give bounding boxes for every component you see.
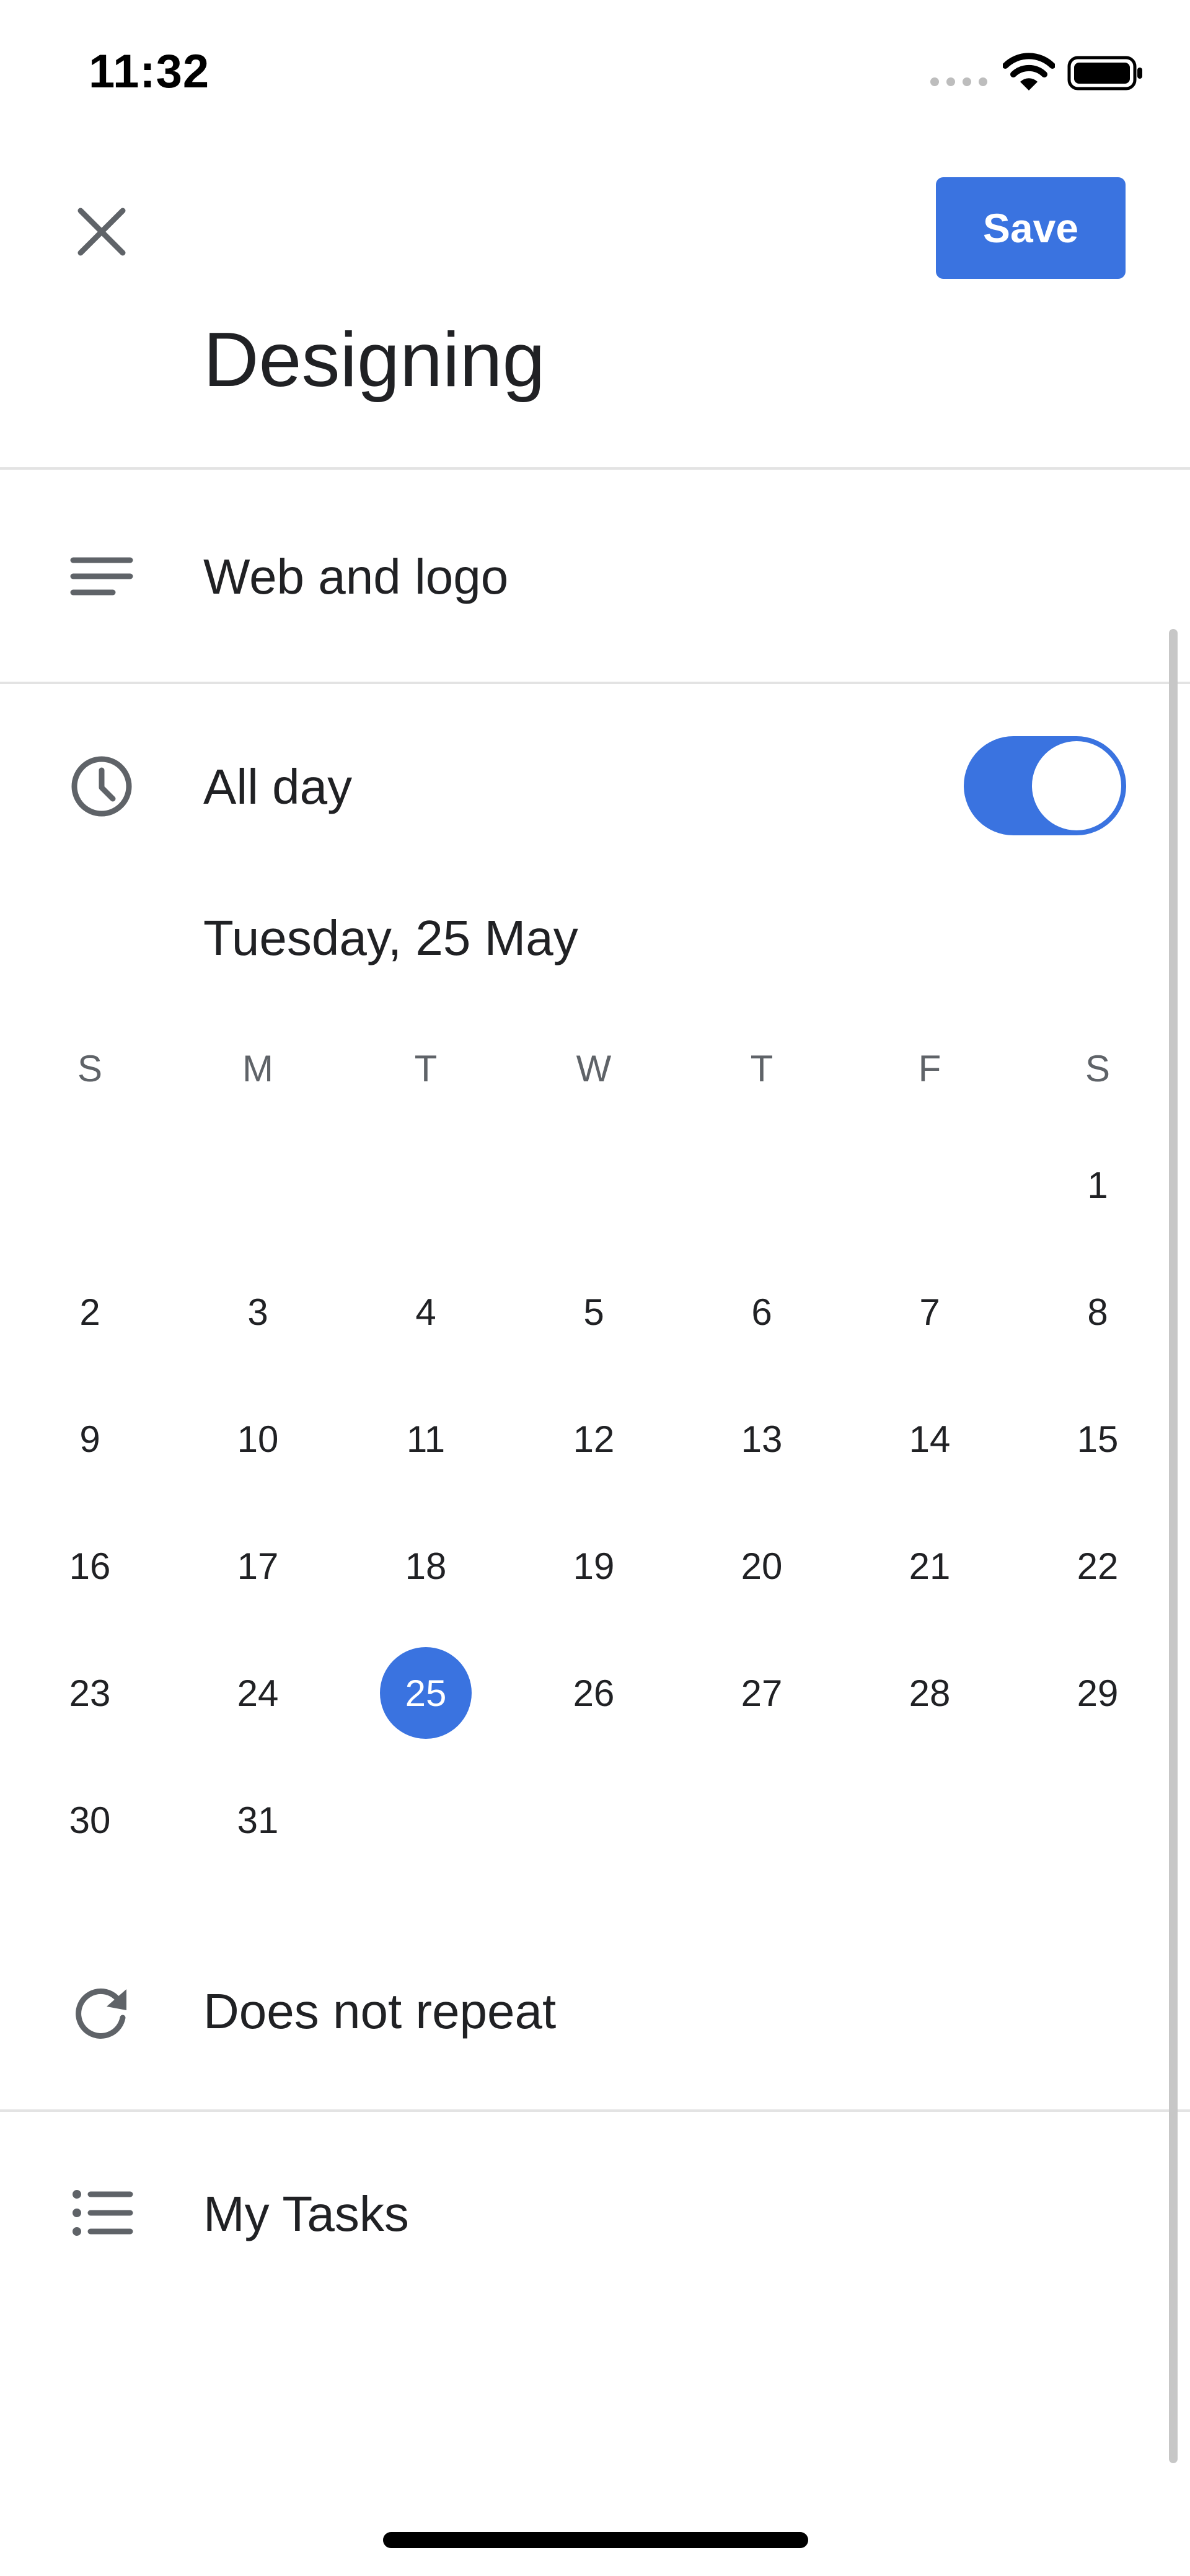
calendar-day[interactable]: 22 <box>1052 1520 1144 1612</box>
toggle-knob <box>1032 741 1121 830</box>
weekday-label: T <box>750 1048 774 1089</box>
calendar-day[interactable]: 15 <box>1052 1393 1144 1485</box>
calendar-day[interactable]: 3 <box>212 1266 304 1358</box>
all-day-toggle[interactable] <box>964 736 1126 835</box>
battery-icon <box>1067 56 1142 90</box>
calendar-day[interactable]: 12 <box>548 1393 640 1485</box>
calendar-day[interactable]: 28 <box>884 1647 976 1739</box>
calendar-day[interactable]: 23 <box>44 1647 136 1739</box>
status-time: 11:32 <box>89 45 210 98</box>
weekday-label: S <box>77 1048 103 1089</box>
calendar-day[interactable]: 29 <box>1052 1647 1144 1739</box>
weekday-label: M <box>242 1048 273 1089</box>
calendar-day[interactable]: 19 <box>548 1520 640 1612</box>
notes-icon <box>67 542 136 611</box>
calendar-day[interactable]: 20 <box>716 1520 808 1612</box>
calendar-day[interactable]: 2 <box>44 1266 136 1358</box>
weekday-label: F <box>918 1048 941 1089</box>
weekday-label: W <box>576 1048 612 1089</box>
task-editor-screen: 11:32 Save Designing Web and logo All da… <box>0 0 1190 2576</box>
weekday-label: S <box>1085 1048 1111 1089</box>
wifi-icon <box>1003 53 1055 90</box>
task-title[interactable]: Designing <box>203 316 545 404</box>
calendar-day[interactable]: 5 <box>548 1266 640 1358</box>
repeat-option[interactable]: Does not repeat <box>203 1983 556 2040</box>
save-button[interactable]: Save <box>936 177 1126 279</box>
divider <box>0 467 1190 470</box>
calendar-day[interactable]: 24 <box>212 1647 304 1739</box>
calendar-day[interactable]: 11 <box>380 1393 472 1485</box>
calendar-day[interactable]: 17 <box>212 1520 304 1612</box>
signal-dots-icon <box>930 77 987 86</box>
list-icon <box>67 2178 136 2248</box>
calendar-day[interactable]: 21 <box>884 1520 976 1612</box>
calendar-day[interactable]: 10 <box>212 1393 304 1485</box>
calendar-day[interactable]: 6 <box>716 1266 808 1358</box>
calendar-day[interactable]: 7 <box>884 1266 976 1358</box>
calendar-day-selected[interactable]: 25 <box>380 1647 472 1739</box>
calendar-day[interactable]: 16 <box>44 1520 136 1612</box>
close-icon <box>77 208 126 256</box>
clock-icon <box>67 752 136 821</box>
calendar-day[interactable]: 27 <box>716 1647 808 1739</box>
scrollbar[interactable] <box>1169 629 1178 2463</box>
calendar-day[interactable]: 13 <box>716 1393 808 1485</box>
all-day-label: All day <box>203 759 353 814</box>
weekday-label: T <box>414 1048 438 1089</box>
divider <box>0 682 1190 684</box>
calendar-day[interactable]: 26 <box>548 1647 640 1739</box>
divider <box>0 2109 1190 2112</box>
repeat-icon <box>67 1977 136 2046</box>
calendar-day[interactable]: 18 <box>380 1520 472 1612</box>
calendar-day[interactable]: 14 <box>884 1393 976 1485</box>
calendar-day[interactable]: 30 <box>44 1774 136 1866</box>
home-indicator[interactable] <box>383 2532 808 2548</box>
calendar-day[interactable]: 1 <box>1052 1139 1144 1231</box>
calendar-day[interactable]: 4 <box>380 1266 472 1358</box>
description-field[interactable]: Web and logo <box>203 548 508 605</box>
selected-date-label: Tuesday, 25 May <box>203 910 578 965</box>
close-button[interactable] <box>67 197 136 266</box>
calendar-day[interactable]: 9 <box>44 1393 136 1485</box>
task-list-selector[interactable]: My Tasks <box>203 2186 409 2243</box>
calendar-day[interactable]: 31 <box>212 1774 304 1866</box>
calendar-day[interactable]: 8 <box>1052 1266 1144 1358</box>
